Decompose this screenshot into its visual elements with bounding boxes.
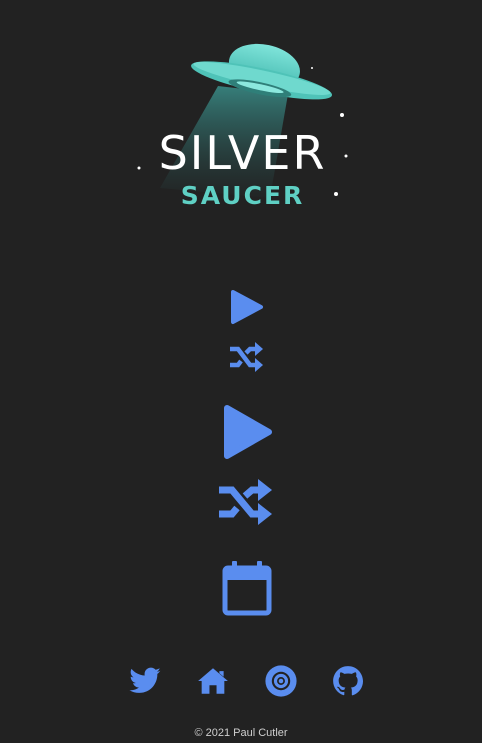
- podcast-icon: [265, 665, 297, 697]
- home-icon: [198, 668, 228, 694]
- play-button-small[interactable]: [225, 288, 267, 326]
- play-icon: [231, 290, 263, 324]
- copyright-text: © 2021 Paul Cutler: [194, 727, 288, 739]
- twitter-link[interactable]: [128, 664, 162, 698]
- shuffle-icon: [219, 479, 272, 525]
- calendar-icon: [222, 561, 272, 616]
- play-icon: [224, 405, 272, 459]
- shuffle-icon: [230, 342, 263, 372]
- logo: SILVER SAUCER: [130, 38, 355, 218]
- github-icon: [333, 666, 364, 696]
- shuffle-button-small[interactable]: [226, 340, 266, 374]
- github-link[interactable]: [331, 664, 365, 698]
- shuffle-button-large[interactable]: [214, 475, 276, 529]
- calendar-button[interactable]: [216, 558, 276, 618]
- logo-subtitle: SAUCER: [180, 181, 305, 210]
- twitter-icon: [129, 667, 161, 693]
- home-link[interactable]: [196, 664, 230, 698]
- podcast-link[interactable]: [264, 664, 298, 698]
- logo-title: SILVER: [158, 126, 327, 180]
- play-button-large[interactable]: [214, 401, 276, 463]
